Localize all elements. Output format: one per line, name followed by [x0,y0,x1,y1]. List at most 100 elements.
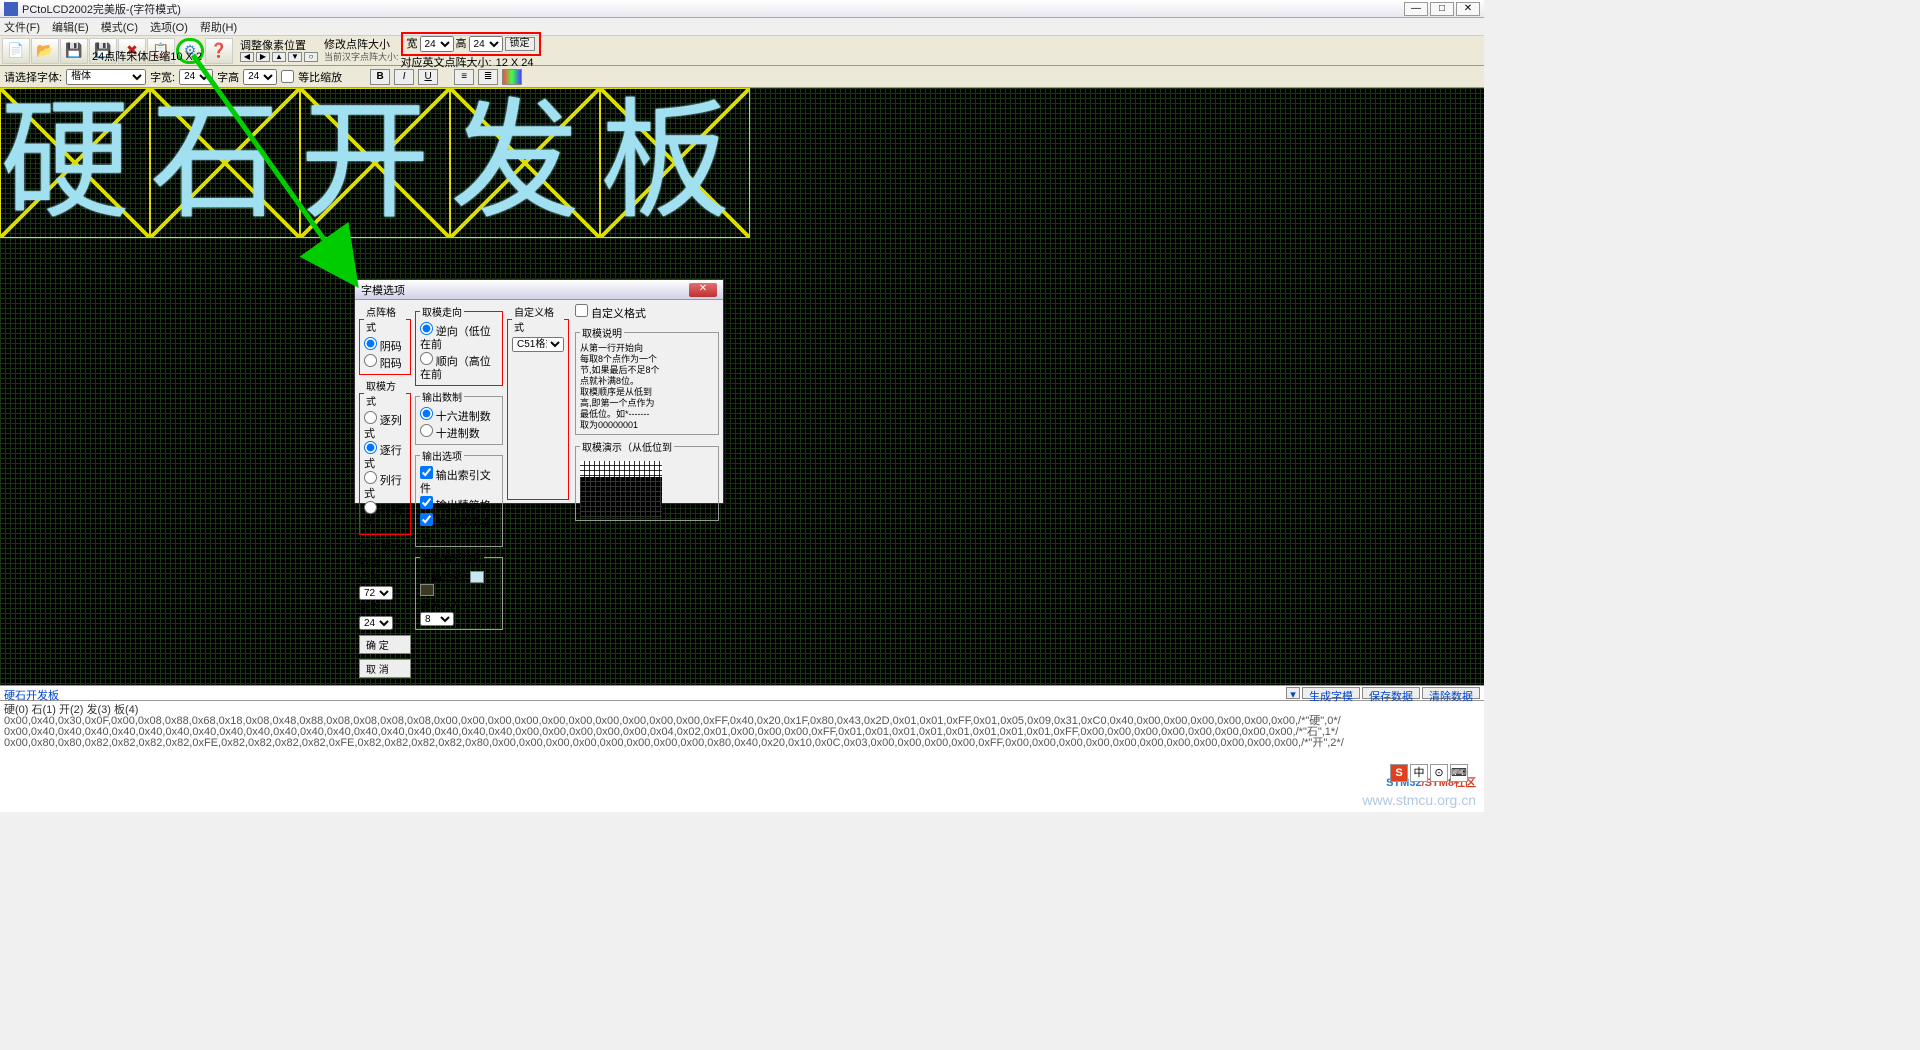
font-select[interactable]: 楷体 [66,69,146,85]
ime-bar: S 中 ⊙ ⌨ [1390,764,1468,782]
toolbar: 📄 📂 💾 💾 ✖ 📋 ⚙ ❓ 调整像素位置 ◀▶▲▼○ 修改点阵大小 当前汉字… [0,36,1484,66]
en-size-val: 12 X 24 [496,57,534,69]
bold-button[interactable]: B [370,69,390,85]
dots-select[interactable]: 72 [359,586,393,600]
opt-rev[interactable]: 逆向（低位在前 [420,322,498,352]
fw-label: 字宽: [150,69,175,85]
custom-group: 自定义格式 C51格式 [507,304,569,500]
new-button[interactable]: 📄 [2,38,30,64]
ime-lang[interactable]: 中 [1410,764,1428,782]
chk-compact[interactable]: 输出紧凑格式 [420,513,498,543]
opt-fwd[interactable]: 顺向（高位在前 [420,352,498,382]
pixel-select[interactable]: 8 [420,612,454,626]
scale-check[interactable] [281,70,294,83]
arrow-right[interactable]: ▶ [256,52,270,62]
align2-button[interactable]: ≣ [478,69,498,85]
minimize-button[interactable]: — [1404,2,1428,16]
c51-select[interactable]: C51格式 [512,337,564,352]
matrix-size-group: 修改点阵大小 当前汉字点阵大小: [324,39,399,63]
ime-icon[interactable]: S [1390,764,1408,782]
fh-select[interactable]: 24 [243,69,277,85]
height-select[interactable]: 24 [469,36,503,52]
close-button[interactable]: ✕ [1456,2,1480,16]
arrow-down[interactable]: ▼ [288,52,302,62]
font-info: 24点阵宋体压缩10 X 2 [92,48,202,64]
menu-mode[interactable]: 模式(C) [101,19,138,35]
mode-group: 取模方式 逐列式 逐行式 列行式 行列式 [359,378,411,535]
output-hex: 0x00,0x40,0x30,0x0F,0x00,0x08,0x88,0x68,… [4,716,1480,749]
chk-idx[interactable]: 输出索引文件 [420,466,498,496]
opt-dec[interactable]: 十进制数 [420,424,498,441]
height-label: 高 [456,38,467,50]
dialog-title-text: 字模选项 [361,282,689,298]
opt-m1[interactable]: 逐列式 [364,411,406,441]
menu-file[interactable]: 文件(F) [4,19,40,35]
custom-chk[interactable]: 自定义格式 [575,308,646,320]
lcd-group: 液晶面板仿真 液晶色彩: 像素大小: 8 [415,550,503,630]
italic-button[interactable]: I [394,69,414,85]
output-area[interactable]: 硬(0) 石(1) 开(2) 发(3) 板(4) 0x00,0x40,0x30,… [0,701,1484,812]
help-button[interactable]: ❓ [205,38,233,64]
menubar: 文件(F) 编辑(E) 模式(C) 选项(O) 帮助(H) [0,18,1484,36]
en-size-label: 对应英文点阵大小: [401,57,492,69]
arrow-up[interactable]: ▲ [272,52,286,62]
input-dropdown[interactable]: ▾ [1286,687,1300,699]
opt-hex[interactable]: 十六进制数 [420,407,498,424]
menu-option[interactable]: 选项(O) [150,19,188,35]
fw-select[interactable]: 24 [179,69,213,85]
canvas[interactable]: 硬石开发板 [0,88,1484,685]
color-button[interactable] [502,69,522,85]
dialog-close-button[interactable]: ✕ [689,283,717,297]
preview-panel [580,461,662,517]
save-data-button[interactable]: 保存数据 [1362,687,1420,699]
opt-m3[interactable]: 列行式 [364,471,406,501]
clear-button[interactable]: 清除数据 [1422,687,1480,699]
cancel-button[interactable]: 取 消 [359,659,411,678]
mode-legend: 取模方式 [364,378,406,408]
opt-yin[interactable]: 阴码 [364,337,406,354]
matrix-label: 修改点阵大小 [324,39,399,51]
ok-button[interactable]: 确 定 [359,635,411,654]
arrow-left[interactable]: ◀ [240,52,254,62]
index-select[interactable]: 24 [359,616,393,630]
pixel-pos-group: 调整像素位置 ◀▶▲▼○ [240,40,318,62]
chk-simple[interactable]: 输出精简格 [420,496,498,513]
save-button[interactable]: 💾 [60,38,88,64]
fontbar: 请选择字体: 24点阵宋体压缩10 X 2 楷体 字宽: 24 字高 24 等比… [0,66,1484,88]
en-size-group: 宽 24 高 24 锁定 对应英文点阵大小: 12 X 24 [401,32,541,69]
text-input[interactable]: 硬石开发板 [4,687,1286,699]
demo-group: 取模演示（从低位到 [575,439,719,521]
width-select[interactable]: 24 [420,36,454,52]
maximize-button[interactable]: □ [1430,2,1454,16]
ime-b4[interactable]: ⌨ [1450,764,1468,782]
open-button[interactable]: 📂 [31,38,59,64]
output-opts-group: 输出选项 输出索引文件 输出精简格 输出紧凑格式 [415,448,503,547]
options-dialog: 字模选项 ✕ 点阵格式 阴码 阳码 取模方式 逐列式 逐行式 列行式 行列式 每… [354,279,724,504]
format-legend: 点阵格式 [364,304,406,334]
reset-pos[interactable]: ○ [304,52,318,62]
opt-yang[interactable]: 阳码 [364,354,406,371]
scale-label: 等比缩放 [298,69,342,85]
titlebar: PCtoLCD2002完美版-(字符模式) — □ ✕ [0,0,1484,18]
pixel-pos-label: 调整像素位置 [240,40,318,52]
radix-group: 输出数制 十六进制数 十进制数 [415,389,503,445]
ime-b3[interactable]: ⊙ [1430,764,1448,782]
color2-swatch[interactable] [420,584,434,596]
menu-edit[interactable]: 编辑(E) [52,19,89,35]
opt-m2[interactable]: 逐行式 [364,441,406,471]
direction-group: 取模走向 逆向（低位在前 顺向（高位在前 [415,304,503,386]
dialog-title: 字模选项 ✕ [355,280,723,300]
app-icon [4,2,18,16]
lock-button[interactable]: 锁定 [505,37,535,51]
explain-group: 取模说明 从第一行开始向 每取8个点作为一个 节,如果最后不足8个 点就补满8位… [575,325,719,435]
opt-m4[interactable]: 行列式 [364,501,406,531]
format-group: 点阵格式 阴码 阳码 [359,304,411,375]
color1-swatch[interactable] [470,571,484,583]
menu-help[interactable]: 帮助(H) [200,19,237,35]
align1-button[interactable]: ≡ [454,69,474,85]
generate-button[interactable]: 生成字模 [1302,687,1360,699]
fh-label: 字高 [217,69,239,85]
window-title: PCtoLCD2002完美版-(字符模式) [22,1,1402,17]
size-controls: 宽 24 高 24 锁定 [401,32,541,56]
underline-button[interactable]: U [418,69,438,85]
